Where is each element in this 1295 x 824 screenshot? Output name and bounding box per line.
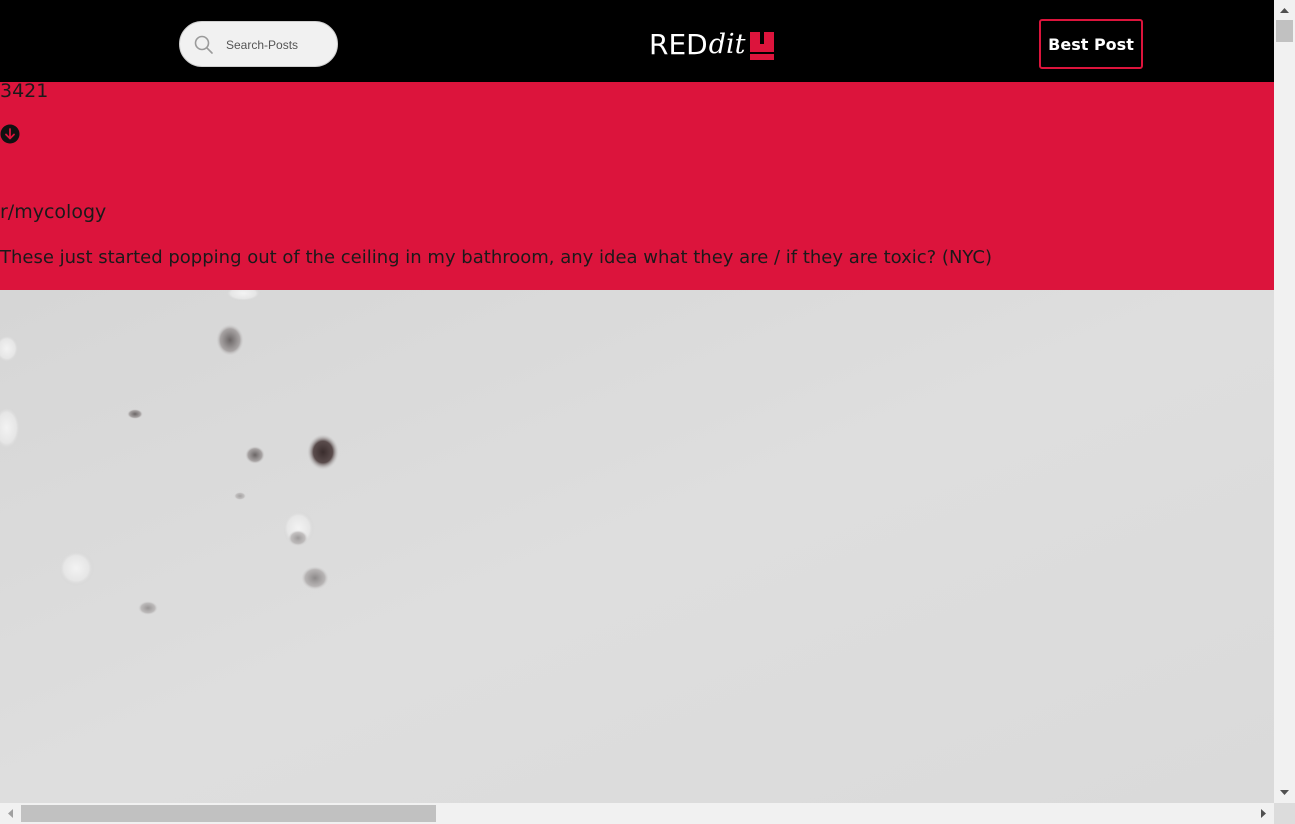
vertical-scrollbar[interactable] <box>1274 0 1295 803</box>
scroll-down-arrow-icon[interactable] <box>1274 784 1295 801</box>
search-box[interactable] <box>179 21 338 67</box>
mushroom-ceiling-photo <box>0 290 1274 803</box>
search-icon <box>194 35 213 54</box>
vertical-scroll-thumb[interactable] <box>1276 20 1293 42</box>
reddit-block-mark-icon <box>749 32 774 60</box>
post-header: 3421 r/mycology These just started poppi… <box>0 82 1274 290</box>
site-logo[interactable]: RED dit <box>649 28 774 62</box>
scroll-up-arrow-icon[interactable] <box>1274 2 1295 19</box>
subreddit-link[interactable]: r/mycology <box>0 201 106 223</box>
top-navigation-bar: RED dit Best Post <box>0 0 1274 82</box>
scroll-right-arrow-icon[interactable] <box>1255 805 1272 822</box>
scrollbar-corner <box>1274 803 1295 824</box>
arrow-down-circle-icon[interactable] <box>0 124 20 144</box>
post-score: 3421 <box>0 80 49 102</box>
post-image[interactable] <box>0 290 1274 803</box>
search-input[interactable] <box>226 34 330 56</box>
best-post-button[interactable]: Best Post <box>1039 19 1143 69</box>
logo-text-main: RED <box>649 28 708 61</box>
logo-text-script: dit <box>708 29 746 60</box>
post-title[interactable]: These just started popping out of the ce… <box>0 247 992 269</box>
horizontal-scroll-thumb[interactable] <box>21 805 436 822</box>
scroll-left-arrow-icon[interactable] <box>2 805 19 822</box>
page-viewport: RED dit Best Post 3421 r/mycology These … <box>0 0 1274 803</box>
horizontal-scrollbar[interactable] <box>0 803 1274 824</box>
